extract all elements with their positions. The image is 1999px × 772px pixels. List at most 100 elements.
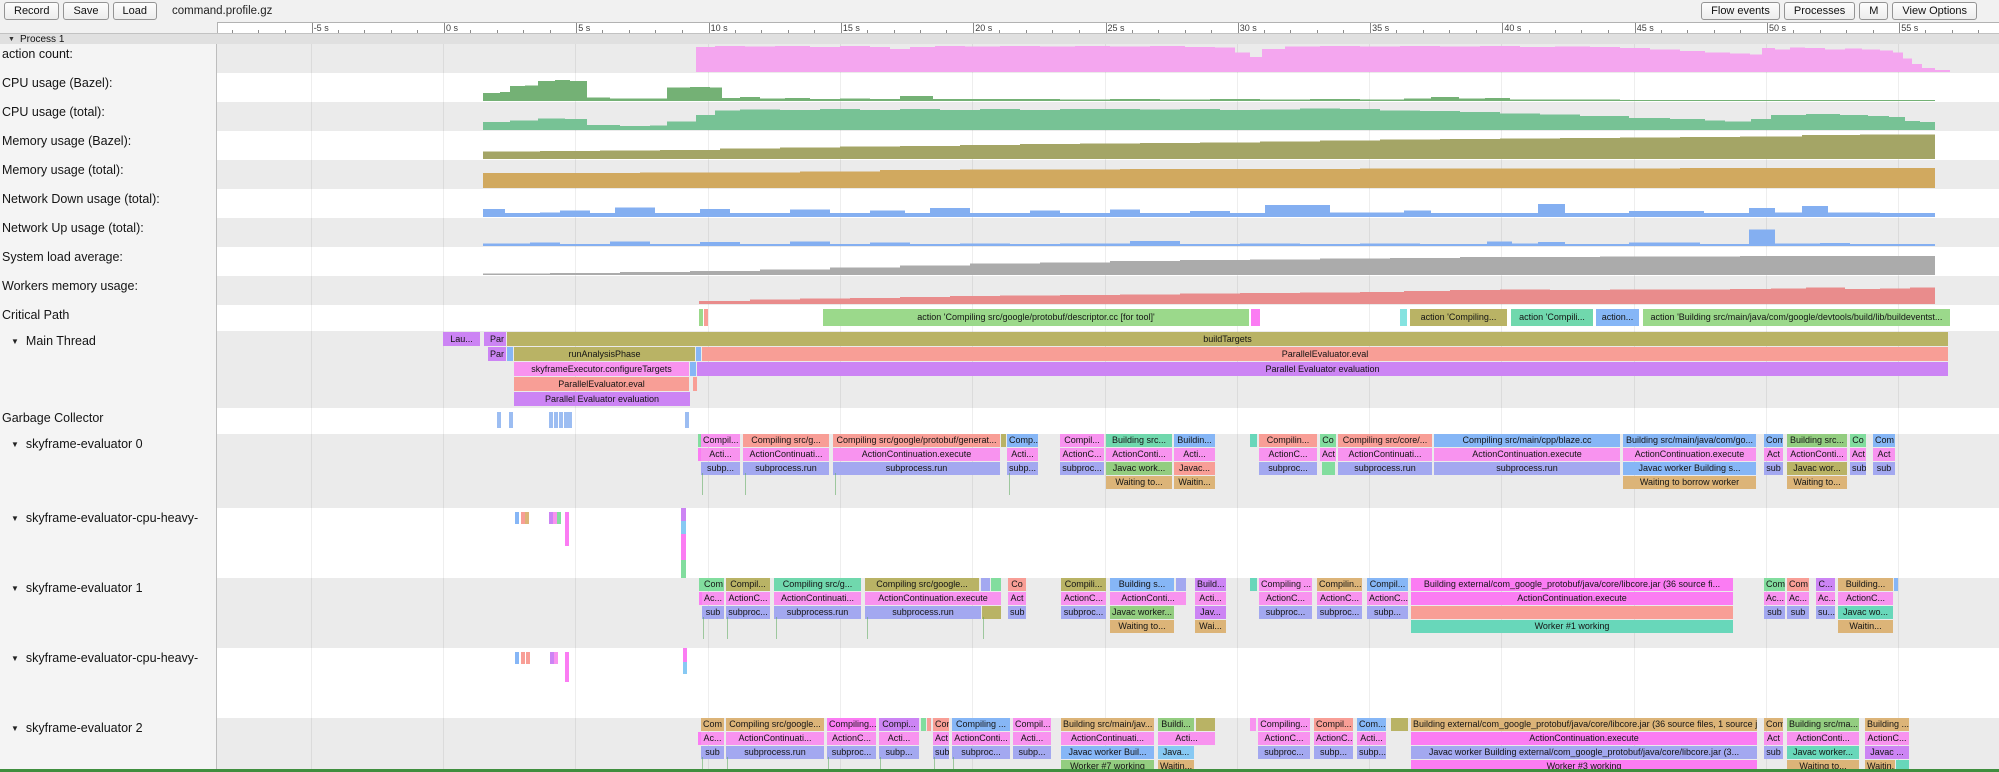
trace-span[interactable]: Com: [701, 718, 724, 731]
gc-tick[interactable]: [554, 412, 558, 428]
trace-span[interactable]: sub: [701, 746, 724, 759]
trace-span[interactable]: subprocess.run: [743, 462, 829, 475]
trace-span[interactable]: ActionC...: [1367, 592, 1408, 605]
trace-span[interactable]: Waiting to...: [1106, 476, 1172, 489]
trace-span[interactable]: Compiling src/google...: [865, 578, 979, 591]
trace-span[interactable]: subproc...: [1060, 462, 1104, 475]
trace-span[interactable]: Javac wo...: [1838, 606, 1893, 619]
row-label-cpu-heavy-1[interactable]: ▼skyframe-evaluator-cpu-heavy-: [2, 511, 198, 525]
trace-span[interactable]: su...: [1816, 606, 1835, 619]
trace-span[interactable]: subproc...: [1258, 746, 1310, 759]
trace-span[interactable]: Building external/com_google_protobuf/ja…: [1411, 718, 1757, 731]
trace-span[interactable]: Javac...: [1174, 462, 1215, 475]
event-tick[interactable]: [521, 652, 525, 664]
trace-span[interactable]: ActionC...: [1061, 592, 1106, 605]
row-label-main-thread[interactable]: ▼Main Thread: [2, 334, 96, 348]
trace-span[interactable]: [507, 347, 513, 361]
trace-span[interactable]: [1411, 606, 1733, 619]
trace-span[interactable]: subproc...: [726, 606, 770, 619]
trace-span[interactable]: ActionC...: [1060, 448, 1104, 461]
collapse-arrow-icon[interactable]: ▼: [11, 584, 19, 593]
trace-span[interactable]: Javac worker...: [1110, 606, 1174, 619]
trace-span[interactable]: action 'Compiling src/google/protobuf/de…: [823, 309, 1249, 326]
trace-span[interactable]: Compiling ...: [952, 718, 1010, 731]
gc-tick[interactable]: [568, 412, 572, 428]
trace-span[interactable]: [1894, 578, 1898, 591]
gc-tick[interactable]: [559, 412, 563, 428]
event-tick[interactable]: [681, 560, 686, 578]
trace-span[interactable]: Javac worker...: [1787, 746, 1859, 759]
trace-span[interactable]: Com...: [1357, 718, 1386, 731]
trace-span[interactable]: Lau...: [443, 332, 480, 346]
trace-span[interactable]: Waiting to borrow worker: [1623, 476, 1756, 489]
trace-span[interactable]: Act: [1850, 448, 1866, 461]
trace-span[interactable]: Worker #1 working: [1411, 620, 1733, 633]
trace-span[interactable]: [699, 309, 703, 326]
trace-span[interactable]: ActionC...: [1317, 592, 1362, 605]
trace-span[interactable]: [1250, 434, 1257, 447]
trace-span[interactable]: Building src...: [1787, 434, 1847, 447]
trace-span[interactable]: subproc...: [827, 746, 876, 759]
trace-span[interactable]: Buildi...: [1158, 718, 1194, 731]
trace-span[interactable]: Comp...: [1007, 434, 1038, 447]
event-tick[interactable]: [683, 662, 687, 674]
trace-span[interactable]: subprocess.run: [774, 606, 861, 619]
trace-span[interactable]: Compilin...: [1317, 578, 1362, 591]
trace-span[interactable]: Build...: [1195, 578, 1226, 591]
trace-span[interactable]: subproc...: [1317, 606, 1362, 619]
gc-tick[interactable]: [509, 412, 513, 428]
trace-span[interactable]: [991, 578, 1001, 591]
trace-span[interactable]: [1251, 309, 1260, 326]
collapse-arrow-icon[interactable]: ▼: [11, 337, 19, 346]
trace-span[interactable]: subproc...: [1061, 606, 1106, 619]
trace-span[interactable]: [693, 377, 697, 391]
trace-span[interactable]: [1196, 718, 1215, 731]
trace-span[interactable]: sub: [1873, 462, 1895, 475]
trace-span[interactable]: Com: [933, 718, 949, 731]
trace-span[interactable]: Compiling src/main/cpp/blaze.cc: [1434, 434, 1620, 447]
save-button[interactable]: Save: [63, 2, 108, 20]
trace-span[interactable]: [1322, 462, 1335, 475]
trace-span[interactable]: Javac ...: [1865, 746, 1909, 759]
trace-span[interactable]: subprocess.run: [865, 606, 981, 619]
event-tick[interactable]: [554, 652, 558, 664]
trace-span[interactable]: Building s...: [1110, 578, 1174, 591]
trace-span[interactable]: Act: [1008, 592, 1026, 605]
trace-span[interactable]: Com: [1764, 578, 1785, 591]
trace-span[interactable]: ActionContinuation.execute: [865, 592, 1001, 605]
trace-span[interactable]: Acti...: [879, 732, 919, 745]
trace-span[interactable]: Act: [1764, 448, 1783, 461]
trace-span[interactable]: subproc...: [1259, 606, 1312, 619]
trace-span[interactable]: Compiling ...: [1259, 578, 1312, 591]
trace-span[interactable]: ActionConti...: [1787, 732, 1859, 745]
trace-span[interactable]: ParallelEvaluator.eval: [702, 347, 1948, 361]
trace-span[interactable]: action 'Building src/main/java/com/googl…: [1643, 309, 1950, 326]
trace-span[interactable]: sub: [1008, 606, 1026, 619]
trace-span[interactable]: Waitin...: [1838, 620, 1893, 633]
trace-span[interactable]: Ac...: [1816, 592, 1835, 605]
trace-span[interactable]: Parallel Evaluator evaluation: [514, 392, 690, 406]
trace-span[interactable]: buildTargets: [507, 332, 1948, 346]
trace-span[interactable]: Co: [1850, 434, 1866, 447]
gc-tick[interactable]: [549, 412, 553, 428]
gc-tick[interactable]: [497, 412, 501, 428]
trace-span[interactable]: subp...: [1007, 462, 1038, 475]
trace-span[interactable]: ActionContinuation.execute: [1411, 732, 1757, 745]
metrics-toggle-button[interactable]: M: [1859, 2, 1888, 20]
trace-span[interactable]: sub: [1764, 746, 1783, 759]
trace-span[interactable]: Com: [1873, 434, 1895, 447]
timeline-ruler[interactable]: -5 s0 s5 s10 s15 s20 s25 s30 s35 s40 s45…: [217, 22, 1999, 33]
trace-span[interactable]: subprocess.run: [726, 746, 824, 759]
event-tick[interactable]: [683, 648, 687, 662]
trace-span[interactable]: ActionConti...: [1787, 448, 1847, 461]
trace-span[interactable]: ActionC...: [1259, 448, 1317, 461]
trace-span[interactable]: Acti...: [1174, 448, 1215, 461]
trace-span[interactable]: Parallel Evaluator evaluation: [697, 362, 1948, 376]
event-tick[interactable]: [681, 534, 686, 560]
trace-span[interactable]: Javac work...: [1106, 462, 1172, 475]
load-button[interactable]: Load: [113, 2, 157, 20]
trace-span[interactable]: Compil...: [1314, 718, 1353, 731]
trace-span[interactable]: Compil...: [1013, 718, 1051, 731]
trace-span[interactable]: [1176, 578, 1186, 591]
trace-span[interactable]: sub: [1850, 462, 1866, 475]
